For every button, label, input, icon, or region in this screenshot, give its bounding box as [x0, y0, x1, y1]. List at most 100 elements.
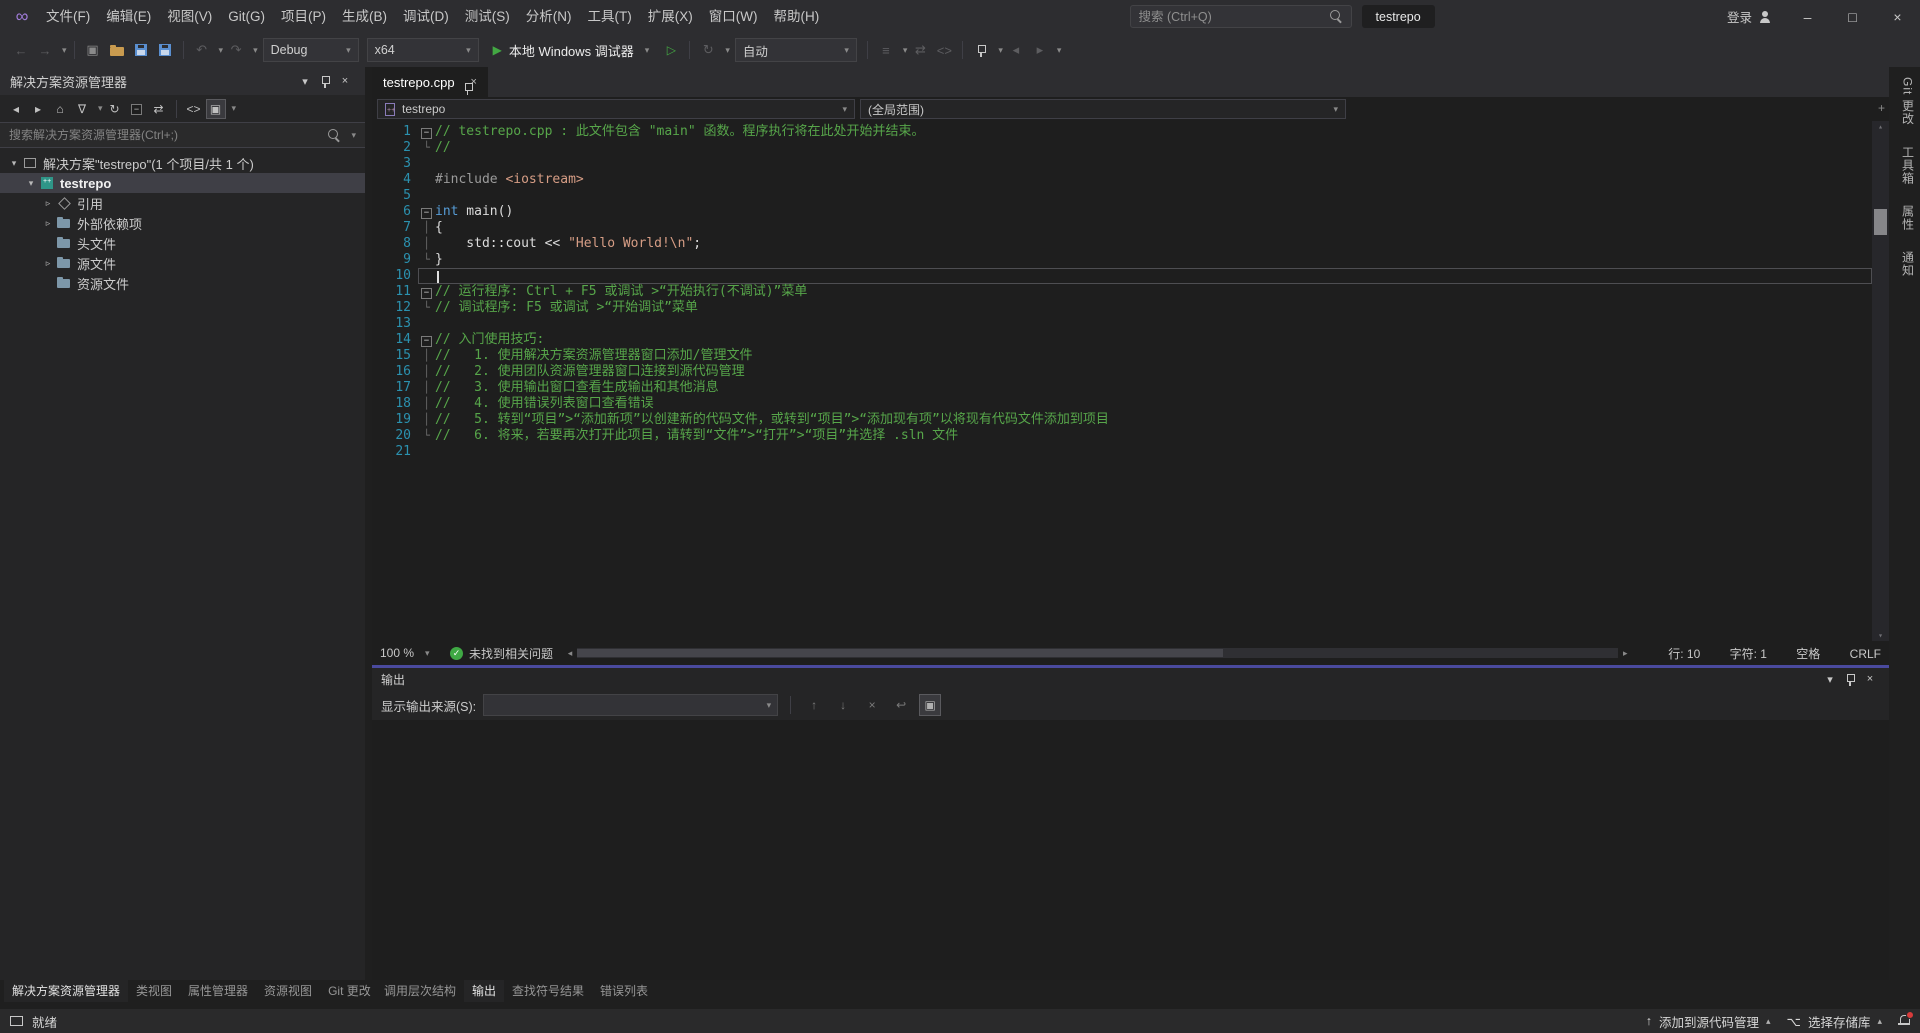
filter-icon[interactable]: ∇	[72, 99, 92, 119]
open-file-button[interactable]	[106, 38, 128, 62]
left-bottom-tab-2[interactable]: 属性管理器	[180, 980, 256, 1002]
code-line-15[interactable]: 15│// 1. 使用解决方案资源管理器窗口添加/管理文件	[372, 348, 1872, 364]
chevron-down-icon[interactable]: ▾	[98, 103, 103, 114]
fold-margin[interactable]: −	[418, 332, 435, 348]
solution-configuration-dropdown[interactable]: Debug ▾	[263, 38, 359, 62]
quick-search-box[interactable]	[1130, 5, 1352, 28]
minimize-button[interactable]: –	[1785, 0, 1830, 33]
chevron-down-icon[interactable]: ▾	[725, 45, 730, 56]
expander-icon[interactable]: ▹	[40, 258, 56, 269]
menu-item-1[interactable]: 编辑(E)	[98, 0, 159, 33]
redo-button[interactable]: ↷	[225, 38, 247, 62]
save-all-button[interactable]	[154, 38, 176, 62]
menu-item-6[interactable]: 调试(D)	[395, 0, 457, 33]
output-panel-header[interactable]: 输出 ▾ ×	[372, 668, 1889, 690]
center-bottom-tab-0[interactable]: 调用层次结构	[376, 980, 464, 1002]
scrollbar-track[interactable]	[577, 648, 1618, 658]
menu-item-3[interactable]: Git(G)	[220, 0, 273, 33]
forward-icon[interactable]: ▸	[28, 99, 48, 119]
expander-icon[interactable]: ▹	[40, 218, 56, 229]
chevron-down-icon[interactable]: ▾	[903, 45, 908, 56]
center-bottom-tab-1[interactable]: 输出	[464, 980, 504, 1002]
menu-item-2[interactable]: 视图(V)	[159, 0, 220, 33]
menu-item-11[interactable]: 窗口(W)	[701, 0, 766, 33]
menu-item-8[interactable]: 分析(N)	[518, 0, 580, 33]
pin-button[interactable]	[1840, 673, 1860, 686]
document-tab[interactable]: testrepo.cpp ×	[372, 67, 488, 97]
window-position-button[interactable]: ▾	[1820, 673, 1840, 686]
scroll-up-icon[interactable]: ▴	[1872, 122, 1889, 131]
side-tab-0[interactable]: Git 更改	[1900, 77, 1917, 126]
editor-vertical-scrollbar[interactable]: ▴ ▾	[1872, 121, 1889, 641]
close-panel-button[interactable]: ×	[335, 75, 355, 87]
feedback-icon[interactable]	[10, 1016, 23, 1026]
code-line-5[interactable]: 5	[372, 188, 1872, 204]
solution-search-input[interactable]	[9, 128, 322, 142]
code-line-20[interactable]: 20└// 6. 将来，若要再次打开此项目，请转到“文件”>“打开”>“项目”并…	[372, 428, 1872, 444]
collapse-all-icon[interactable]: −	[127, 99, 147, 119]
start-debugging-button[interactable]: ▶ 本地 Windows 调试器 ▾	[484, 37, 659, 63]
center-bottom-tab-2[interactable]: 查找符号结果	[504, 980, 592, 1002]
line-indicator[interactable]: 行: 10	[1668, 647, 1700, 661]
tree-item-6[interactable]: 资源文件	[0, 273, 365, 293]
fold-margin[interactable]: −	[418, 124, 435, 140]
vs-logo-icon[interactable]: ∞	[6, 0, 38, 33]
scroll-left-icon[interactable]: ◂	[563, 648, 577, 659]
solution-name-badge[interactable]: testrepo	[1362, 5, 1435, 28]
new-project-icon[interactable]: ▣	[82, 38, 104, 62]
properties-icon[interactable]: ▣	[206, 99, 226, 119]
hot-reload-button[interactable]: ↻	[697, 38, 719, 62]
tree-item-2[interactable]: ▹引用	[0, 193, 365, 213]
code-line-18[interactable]: 18│// 4. 使用错误列表窗口查看错误	[372, 396, 1872, 412]
menu-item-10[interactable]: 扩展(X)	[640, 0, 701, 33]
refresh-icon[interactable]: ↻	[105, 99, 125, 119]
attach-to-process-button[interactable]: ⇄	[909, 38, 931, 62]
show-all-files-icon[interactable]: <>	[184, 99, 204, 119]
close-panel-button[interactable]: ×	[1860, 673, 1880, 685]
chevron-down-icon[interactable]: ▾	[62, 45, 67, 56]
next-bookmark-button[interactable]: ▸	[1029, 38, 1051, 62]
goto-previous-message-icon[interactable]: ↑	[803, 694, 825, 716]
navigate-forward-button[interactable]: →	[34, 38, 56, 62]
left-bottom-tab-0[interactable]: 解决方案资源管理器	[4, 980, 128, 1002]
expander-icon[interactable]: ▹	[40, 198, 56, 209]
notifications-button[interactable]	[1898, 1015, 1910, 1027]
code-line-12[interactable]: 12└// 调试程序: F5 或调试 >“开始调试”菜单	[372, 300, 1872, 316]
show-output-icon[interactable]: ▣	[919, 694, 941, 716]
fold-margin[interactable]: −	[418, 204, 435, 220]
collapse-icon[interactable]: −	[421, 128, 432, 139]
code-line-6[interactable]: 6−int main()	[372, 204, 1872, 220]
scroll-down-icon[interactable]: ▾	[1872, 631, 1889, 640]
side-tab-2[interactable]: 属性	[1900, 205, 1917, 231]
left-bottom-tab-1[interactable]: 类视图	[128, 980, 180, 1002]
column-indicator[interactable]: 字符: 1	[1730, 647, 1767, 661]
line-ending-indicator[interactable]: CRLF	[1850, 647, 1881, 661]
collapse-icon[interactable]: −	[421, 336, 432, 347]
solution-platform-dropdown[interactable]: x64 ▾	[367, 38, 479, 62]
tree-item-0[interactable]: ▾解决方案"testrepo"(1 个项目/共 1 个)	[0, 153, 365, 173]
back-icon[interactable]: ◂	[6, 99, 26, 119]
tree-item-3[interactable]: ▹外部依赖项	[0, 213, 365, 233]
home-icon[interactable]: ⌂	[50, 99, 70, 119]
output-content[interactable]	[372, 720, 1889, 980]
collapse-icon[interactable]: −	[421, 208, 432, 219]
hot-reload-mode-dropdown[interactable]: 自动 ▾	[735, 38, 857, 62]
code-line-21[interactable]: 21	[372, 444, 1872, 460]
code-editor[interactable]: 1−// testrepo.cpp : 此文件包含 "main" 函数。程序执行…	[372, 121, 1889, 641]
previous-bookmark-button[interactable]: ◂	[1005, 38, 1027, 62]
collapse-icon[interactable]: −	[421, 288, 432, 299]
code-line-1[interactable]: 1−// testrepo.cpp : 此文件包含 "main" 函数。程序执行…	[372, 124, 1872, 140]
chevron-down-icon[interactable]: ▾	[232, 103, 237, 114]
tree-item-1[interactable]: ▾testrepo	[0, 173, 365, 193]
solution-search-box[interactable]: ▾	[0, 123, 365, 148]
tree-item-5[interactable]: ▹源文件	[0, 253, 365, 273]
goto-next-message-icon[interactable]: ↓	[832, 694, 854, 716]
code-line-4[interactable]: 4#include <iostream>	[372, 172, 1872, 188]
scrollbar-thumb[interactable]	[1874, 209, 1887, 235]
code-line-14[interactable]: 14−// 入门使用技巧:	[372, 332, 1872, 348]
quick-search-input[interactable]	[1139, 10, 1330, 24]
menu-item-0[interactable]: 文件(F)	[38, 0, 98, 33]
pin-button[interactable]	[315, 75, 335, 88]
menu-item-5[interactable]: 生成(B)	[334, 0, 395, 33]
center-bottom-tab-3[interactable]: 错误列表	[592, 980, 656, 1002]
